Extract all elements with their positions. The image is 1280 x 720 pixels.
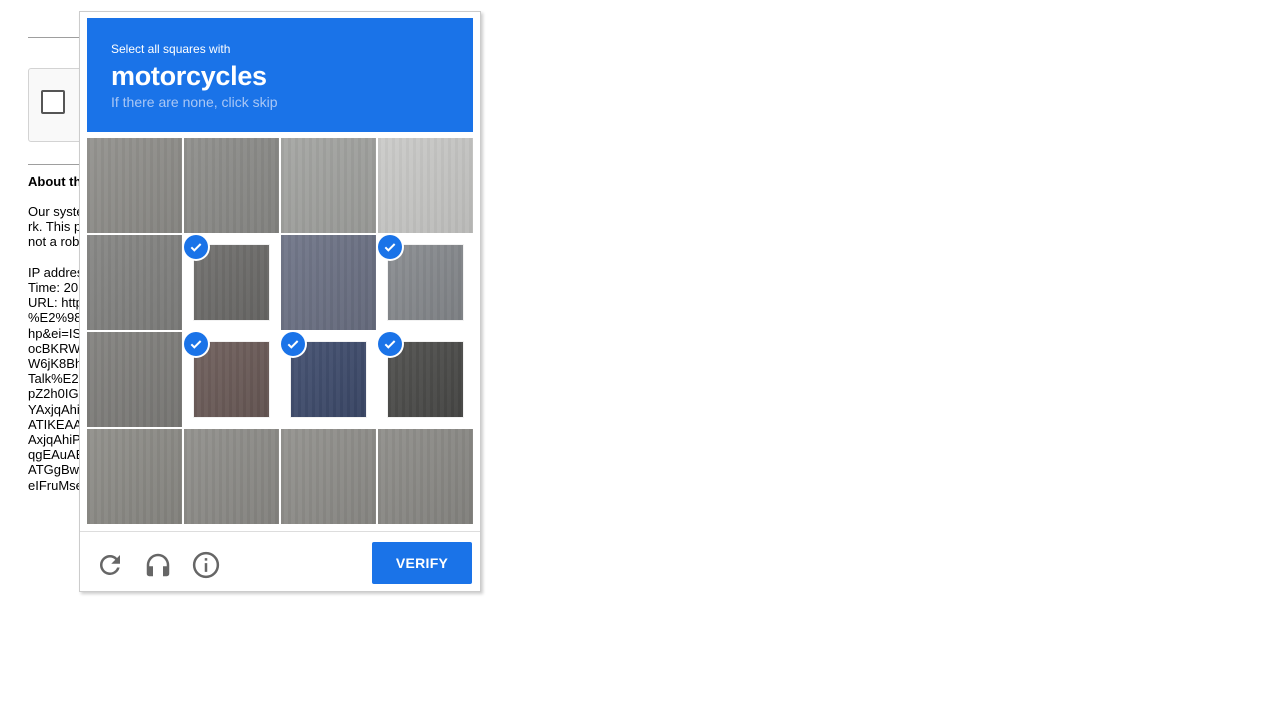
image-tile-3-4[interactable] bbox=[378, 332, 473, 427]
about-text-line: AxjqAhiP bbox=[28, 432, 80, 447]
tile-image bbox=[291, 342, 366, 417]
verify-button[interactable]: VERIFY bbox=[372, 542, 472, 584]
tile-image bbox=[184, 429, 279, 524]
checkmark-icon bbox=[378, 332, 402, 356]
image-tile-1-4[interactable] bbox=[378, 138, 473, 233]
tile-image bbox=[194, 245, 269, 320]
reload-icon[interactable] bbox=[95, 550, 125, 580]
about-text-line: hp&ei=IS bbox=[28, 325, 80, 341]
about-heading: About th bbox=[28, 174, 80, 189]
instruction-small: Select all squares with bbox=[111, 42, 231, 56]
about-text-line: pZ2h0IG bbox=[28, 386, 79, 402]
about-text-line: ATIKEAA bbox=[28, 416, 80, 432]
info-icon[interactable] bbox=[191, 550, 221, 580]
image-tile-3-1[interactable] bbox=[87, 332, 182, 427]
checkmark-icon bbox=[184, 235, 208, 259]
about-text-line: YAxjqAhi bbox=[28, 401, 80, 417]
about-text-line: Talk%E2 bbox=[28, 371, 79, 387]
image-tile-1-3[interactable] bbox=[281, 138, 376, 233]
image-tile-grid bbox=[87, 138, 473, 524]
image-tile-2-1[interactable] bbox=[87, 235, 182, 330]
image-tile-2-4[interactable] bbox=[378, 235, 473, 330]
image-tile-4-3[interactable] bbox=[281, 429, 376, 524]
tile-image bbox=[388, 342, 463, 417]
about-text-line: URL: http bbox=[28, 295, 80, 311]
checkmark-icon bbox=[184, 332, 208, 356]
checkmark-icon bbox=[281, 332, 305, 356]
tile-image bbox=[281, 138, 376, 233]
captcha-instructions: Select all squares with motorcycles If t… bbox=[87, 18, 473, 132]
about-text-line: rk. This p bbox=[28, 219, 80, 235]
image-tile-3-2[interactable] bbox=[184, 332, 279, 427]
tile-image bbox=[378, 138, 473, 233]
image-tile-1-1[interactable] bbox=[87, 138, 182, 233]
tile-image bbox=[281, 235, 376, 330]
tile-image bbox=[87, 429, 182, 524]
image-tile-2-3[interactable] bbox=[281, 235, 376, 330]
tile-image bbox=[281, 429, 376, 524]
image-tile-4-4[interactable] bbox=[378, 429, 473, 524]
checkmark-icon bbox=[378, 235, 402, 259]
tile-image bbox=[378, 429, 473, 524]
about-text-line: eIFruMse bbox=[28, 477, 80, 493]
captcha-challenge-popup: Select all squares with motorcycles If t… bbox=[79, 11, 481, 592]
instruction-hint: If there are none, click skip bbox=[111, 94, 278, 110]
about-text-line: %E2%98 bbox=[28, 310, 80, 326]
tile-image bbox=[388, 245, 463, 320]
image-tile-1-2[interactable] bbox=[184, 138, 279, 233]
recaptcha-checkbox[interactable] bbox=[41, 90, 65, 114]
headphones-icon[interactable] bbox=[143, 550, 173, 580]
captcha-footer: VERIFY bbox=[80, 531, 480, 592]
tile-image bbox=[87, 138, 182, 233]
tile-image bbox=[194, 342, 269, 417]
tile-image bbox=[184, 138, 279, 233]
about-text-line: W6jK8Bh bbox=[28, 356, 80, 371]
image-tile-2-2[interactable] bbox=[184, 235, 279, 330]
divider bbox=[28, 37, 80, 38]
about-text-line: Our syste bbox=[28, 204, 80, 219]
tile-image bbox=[87, 235, 182, 330]
about-text-line: IP addres bbox=[28, 264, 80, 280]
about-text-line: ocBKRW bbox=[28, 340, 80, 356]
background-page: About th Our syste rk. This p not a rob IP … bbox=[0, 0, 80, 720]
recaptcha-anchor-box bbox=[28, 68, 80, 142]
about-text-line: not a rob bbox=[28, 234, 80, 250]
tile-image bbox=[87, 332, 182, 427]
about-text-line: ATGgBw bbox=[28, 462, 80, 478]
divider bbox=[28, 164, 80, 165]
about-text-line: qgEAuAE bbox=[28, 447, 80, 463]
image-tile-3-3[interactable] bbox=[281, 332, 376, 427]
about-text-line: Time: 20: bbox=[28, 280, 80, 295]
image-tile-4-1[interactable] bbox=[87, 429, 182, 524]
image-tile-4-2[interactable] bbox=[184, 429, 279, 524]
instruction-target: motorcycles bbox=[111, 61, 267, 91]
